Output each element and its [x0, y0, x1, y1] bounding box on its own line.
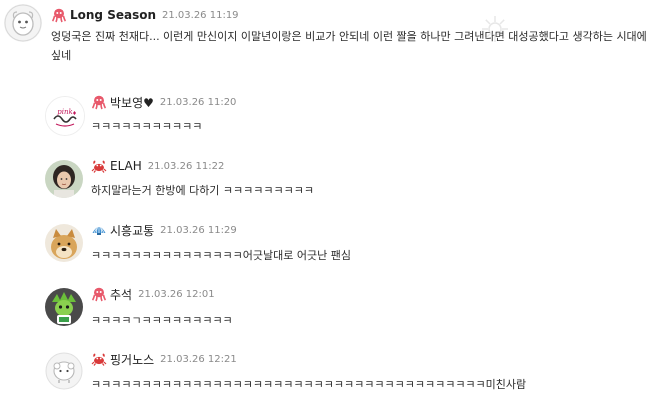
shell-icon — [91, 222, 107, 238]
comment-text: 엉덩국은 진짜 천재다... 이런게 만신이지 이말년이랑은 비교가 안되네 이… — [51, 27, 651, 65]
octopus-icon — [51, 7, 67, 23]
timestamp: 21.03.26 11:20 — [159, 96, 237, 108]
default-avatar-icon[interactable] — [4, 4, 42, 42]
nickname[interactable]: 시흥교통 — [110, 222, 154, 239]
comment-text: ㅋㅋㅋㅋㄱㅋㅋㅋㅋㅋㅋㅋㅋㅋ — [91, 314, 233, 327]
watermark-icon — [482, 16, 508, 42]
comment-text: ㅋㅋㅋㅋㅋㅋㅋㅋㅋㅋㅋㅋㅋㅋㅋㅋㅋㅋㅋㅋㅋㅋㅋㅋㅋㅋㅋㅋㅋㅋㅋㅋㅋㅋㅋㅋㅋㅋㅋ미… — [91, 378, 527, 391]
octopus-icon — [91, 286, 107, 302]
sheep-avatar[interactable] — [45, 352, 83, 390]
elah-avatar[interactable] — [45, 160, 83, 198]
comment-text-line: 엉덩국은 진짜 천재다... 이런게 만신이지 이말년이랑은 비교가 안되네 이… — [51, 30, 651, 43]
comment-meta: Long Season 21.03.26 11:19 — [51, 7, 239, 23]
comment-meta: 추석 21.03.26 12:01 — [91, 286, 215, 302]
green-character-avatar[interactable] — [45, 288, 83, 326]
nickname[interactable]: 추석 — [110, 286, 132, 303]
nickname[interactable]: 핑거노스 — [110, 351, 154, 368]
timestamp: 21.03.26 11:22 — [147, 160, 225, 172]
comment-text: 하지말라는거 한방에 다하기 ㅋㅋㅋㅋㅋㅋㅋㅋㅋ — [91, 184, 315, 197]
comment-meta: 핑거노스 21.03.26 12:21 — [91, 351, 237, 367]
crab-icon — [91, 351, 107, 367]
comment-text: ㅋㅋㅋㅋㅋㅋㅋㅋㅋㅋㅋㅋㅋㅋㅋ어긋날대로 어긋난 팬심 — [91, 249, 351, 262]
doge-avatar[interactable] — [45, 224, 83, 262]
octopus-icon — [91, 94, 107, 110]
comment-text: ㅋㅋㅋㅋㅋㅋㅋㅋㅋㅋㅋ — [91, 120, 203, 133]
timestamp: 21.03.26 12:01 — [138, 288, 215, 300]
comment-meta: ELAH 21.03.26 11:22 — [91, 158, 224, 174]
timestamp: 21.03.26 11:19 — [162, 9, 239, 21]
comment-text-line: 싶네 — [51, 49, 72, 62]
comment-meta: 박보영♥ 21.03.26 11:20 — [91, 94, 236, 110]
crab-icon — [91, 158, 107, 174]
comment-meta: 시흥교통 21.03.26 11:29 — [91, 222, 237, 238]
nickname[interactable]: Long Season — [70, 8, 156, 22]
nickname[interactable]: ELAH — [110, 159, 142, 173]
bakboyoung-avatar[interactable]: pink — [45, 96, 85, 136]
nickname[interactable]: 박보영♥ — [110, 94, 154, 111]
svg-text:pink: pink — [57, 108, 72, 116]
timestamp: 21.03.26 11:29 — [160, 224, 237, 236]
timestamp: 21.03.26 12:21 — [160, 353, 237, 365]
